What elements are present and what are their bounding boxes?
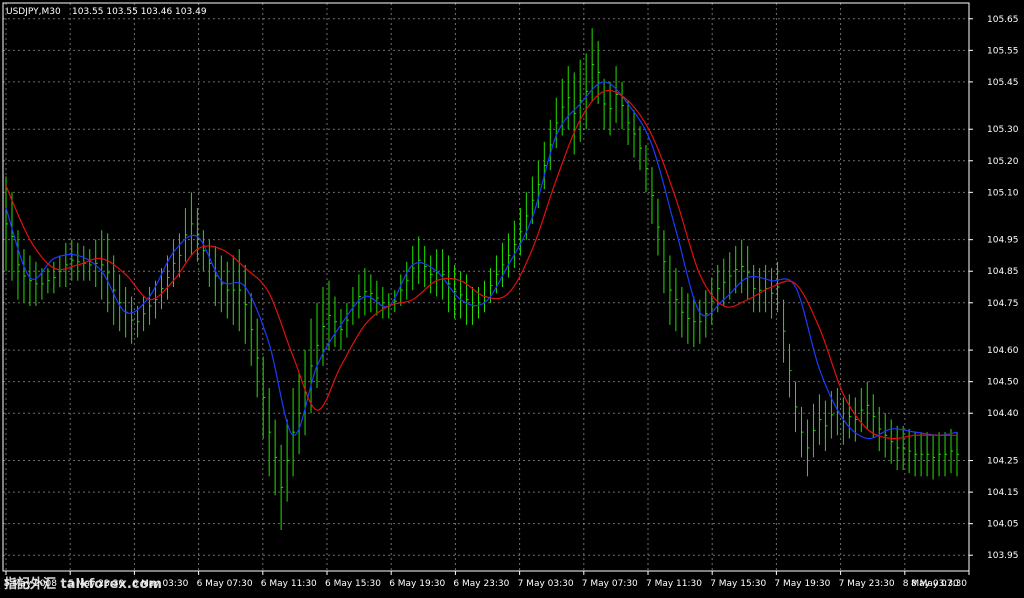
x-tick-label: 6 May 07:30 <box>197 579 253 589</box>
chart-background <box>0 0 1024 594</box>
x-tick-label: 7 May 19:30 <box>774 579 830 589</box>
x-tick-label: 7 May 11:30 <box>646 579 702 589</box>
x-tick-label: 6 May 19:30 <box>389 579 445 589</box>
y-tick-label: 104.75 <box>987 299 1019 309</box>
y-tick-label: 105.20 <box>987 157 1019 167</box>
y-tick-label: 103.95 <box>987 551 1019 561</box>
y-tick-label: 104.40 <box>987 409 1019 419</box>
x-tick-label: 7 May 23:30 <box>839 579 895 589</box>
x-tick-label: 6 May 23:30 <box>453 579 509 589</box>
y-tick-label: 104.95 <box>987 236 1019 246</box>
x-tick-label: 7 May 15:30 <box>710 579 766 589</box>
y-tick-label: 104.05 <box>987 520 1019 530</box>
y-tick-label: 104.85 <box>987 267 1019 277</box>
y-tick-label: 104.25 <box>987 457 1019 467</box>
chart-header-symbol: USDJPY,M30 <box>6 7 61 17</box>
x-tick-label: 8 May 07:30 <box>911 579 967 589</box>
y-tick-label: 105.65 <box>987 15 1019 25</box>
x-tick-label: 6 May 11:30 <box>261 579 317 589</box>
y-tick-label: 105.10 <box>987 188 1019 198</box>
x-tick-label: 7 May 07:30 <box>582 579 638 589</box>
y-tick-label: 105.55 <box>987 46 1019 56</box>
x-tick-label: 6 May 15:30 <box>325 579 381 589</box>
watermark: 指記外汇 talkforex.com <box>4 576 162 592</box>
y-tick-label: 104.60 <box>987 346 1019 356</box>
x-tick-label: 7 May 03:30 <box>518 579 574 589</box>
price-chart: 105.65 105.55 105.45 105.30 105.20 105.10 104.… <box>0 0 1024 594</box>
chart-header-ohlc: 103.55 103.55 103.46 103.49 <box>72 7 207 17</box>
y-tick-label: 105.30 <box>987 125 1019 135</box>
y-tick-label: 104.15 <box>987 488 1019 498</box>
y-tick-label: 105.45 <box>987 78 1019 88</box>
y-tick-label: 104.50 <box>987 378 1019 388</box>
chart-window: 105.65 105.55 105.45 105.30 105.20 105.10 104.… <box>0 0 1024 594</box>
